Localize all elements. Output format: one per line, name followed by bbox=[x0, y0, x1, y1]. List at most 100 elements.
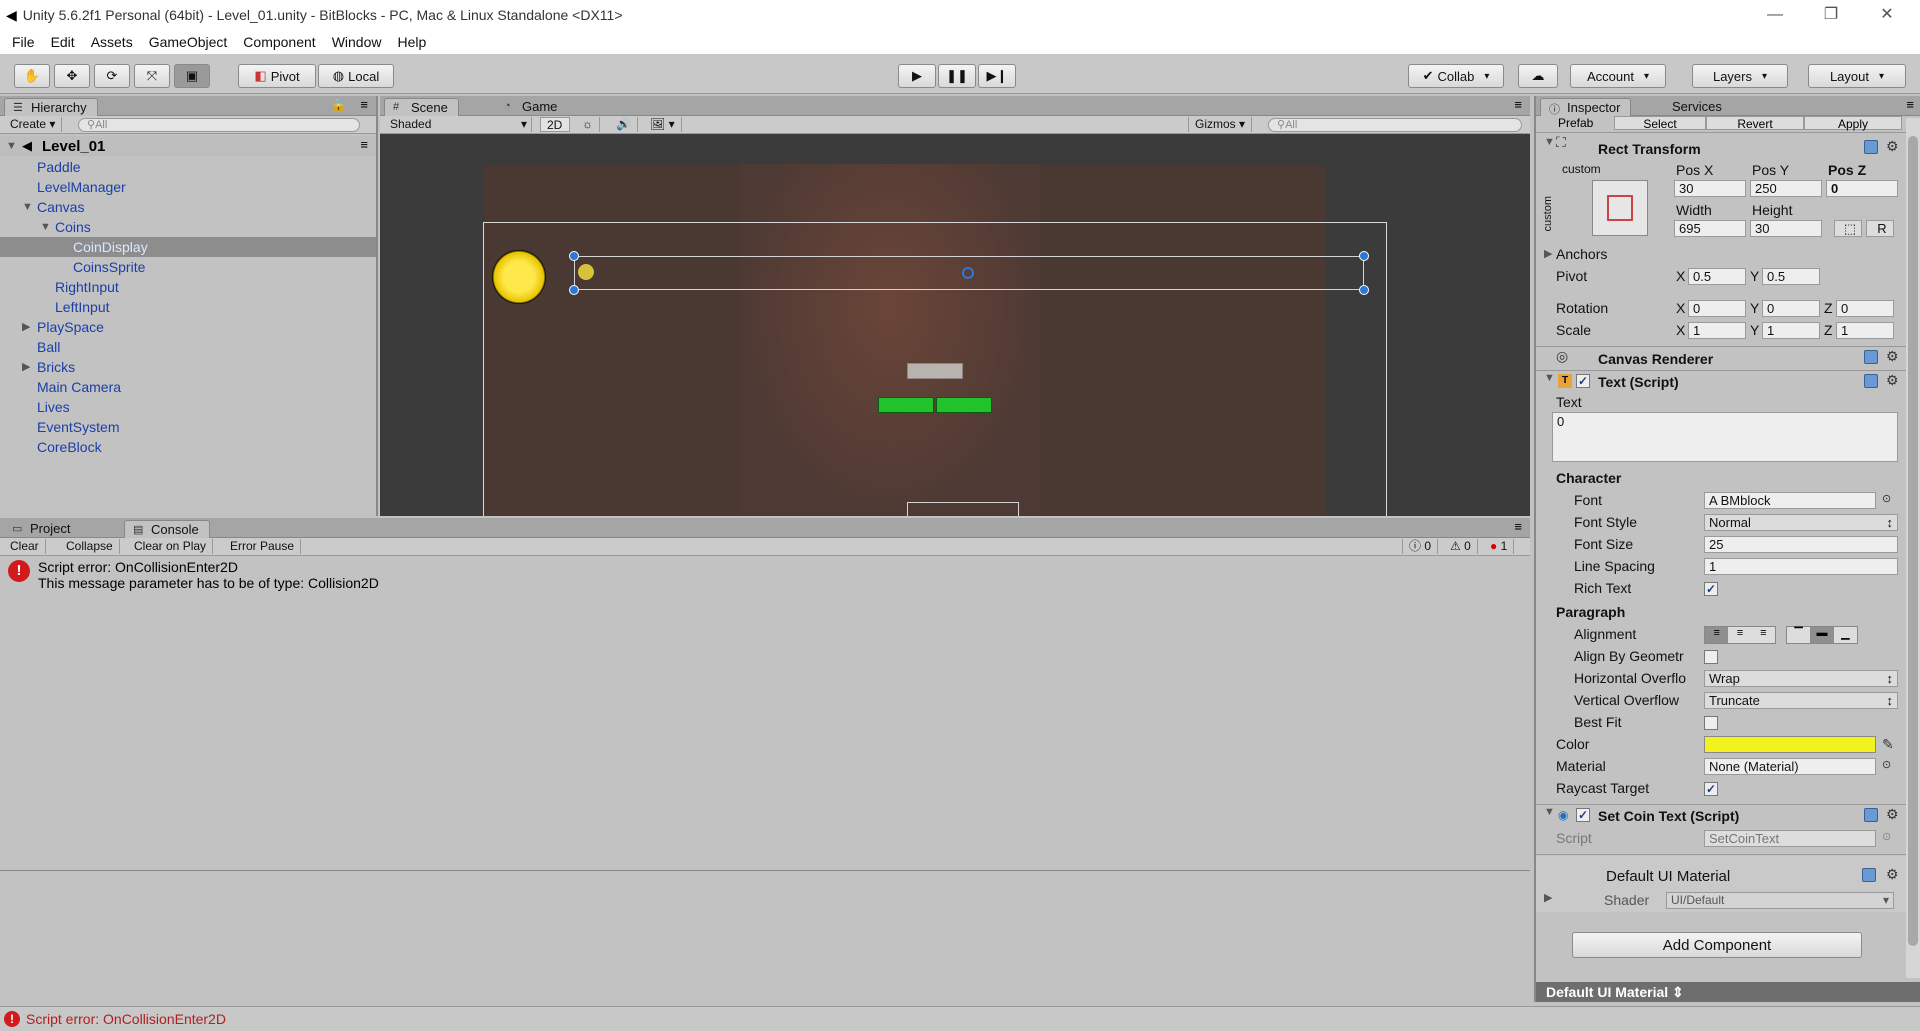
hierarchy-item-playspace[interactable]: PlaySpace bbox=[37, 317, 104, 337]
tab-hierarchy[interactable]: ☰ Hierarchy bbox=[4, 98, 98, 116]
inspector-menu-icon[interactable]: ≡ bbox=[1906, 97, 1914, 112]
posy-field[interactable]: 250 bbox=[1750, 180, 1822, 197]
clear-on-play-button[interactable]: Clear on Play bbox=[128, 539, 214, 554]
step-button[interactable]: ▶❙ bbox=[978, 64, 1016, 88]
setcoin-enabled-checkbox[interactable]: ✓ bbox=[1576, 808, 1590, 822]
menu-edit[interactable]: Edit bbox=[43, 34, 83, 50]
tab-scene[interactable]: # Scene bbox=[384, 98, 459, 116]
color-swatch[interactable] bbox=[1704, 736, 1876, 753]
rot-x-field[interactable]: 0 bbox=[1688, 300, 1746, 317]
h-overflow-dropdown[interactable]: Wrap ↕ bbox=[1704, 670, 1898, 687]
align-middle-icon[interactable]: ▬ bbox=[1810, 627, 1834, 643]
tab-services[interactable]: Services bbox=[1660, 98, 1732, 116]
prefab-apply-button[interactable]: Apply bbox=[1804, 116, 1902, 131]
menu-window[interactable]: Window bbox=[324, 34, 390, 50]
error-pause-button[interactable]: Error Pause bbox=[224, 539, 302, 554]
rotate-tool-button[interactable]: ⟳ bbox=[94, 64, 130, 88]
scene-panel-menu-icon[interactable]: ≡ bbox=[1514, 97, 1522, 112]
pivot-handle[interactable] bbox=[962, 267, 974, 279]
status-bar[interactable]: ! Script error: OnCollisionEnter2D bbox=[0, 1006, 1920, 1031]
hierarchy-item-eventsystem[interactable]: EventSystem bbox=[37, 417, 119, 437]
lock-icon[interactable]: 🔒 bbox=[331, 98, 346, 112]
pivot-button[interactable]: ◧ Pivot bbox=[238, 64, 316, 88]
hierarchy-item-coinssprite[interactable]: CoinsSprite bbox=[73, 257, 145, 277]
text-gear-icon[interactable]: ⚙ bbox=[1886, 372, 1899, 389]
pivot-x-field[interactable]: 0.5 bbox=[1688, 268, 1746, 285]
rect-handle-br[interactable] bbox=[1359, 285, 1369, 295]
rect-foldout-icon[interactable]: ▼ bbox=[1544, 132, 1555, 152]
play-button[interactable]: ▶ bbox=[898, 64, 936, 88]
material-gear-icon[interactable]: ⚙ bbox=[1886, 866, 1899, 883]
mode-2d-toggle[interactable]: 2D bbox=[540, 117, 570, 132]
align-right-icon[interactable]: ≡ bbox=[1751, 627, 1775, 643]
tab-inspector[interactable]: ⓘ Inspector bbox=[1540, 98, 1632, 116]
height-field[interactable]: 30 bbox=[1750, 220, 1822, 237]
anchors-foldout-icon[interactable]: ▶ bbox=[1544, 244, 1552, 264]
rich-text-checkbox[interactable]: ✓ bbox=[1704, 582, 1718, 596]
font-style-dropdown[interactable]: Normal ↕ bbox=[1704, 514, 1898, 531]
align-left-icon[interactable]: ≡ bbox=[1705, 627, 1729, 643]
hierarchy-item-canvas[interactable]: Canvas bbox=[37, 197, 84, 217]
console-log-row[interactable]: ! Script error: OnCollisionEnter2D This … bbox=[0, 558, 1530, 592]
align-center-icon[interactable]: ≡ bbox=[1728, 627, 1752, 643]
collapse-button[interactable]: Collapse bbox=[60, 539, 120, 554]
close-icon[interactable]: ✕ bbox=[1872, 4, 1902, 26]
material-field[interactable]: None (Material) bbox=[1704, 758, 1876, 775]
shader-dropdown[interactable]: UI/Default ▾ bbox=[1666, 892, 1894, 909]
expand-canvas-icon[interactable]: ▼ bbox=[22, 197, 33, 217]
canvas-renderer-gear-icon[interactable]: ⚙ bbox=[1886, 348, 1899, 365]
shader-foldout-icon[interactable]: ▶ bbox=[1544, 888, 1552, 908]
hierarchy-search-input[interactable]: ⚲All bbox=[78, 118, 360, 132]
console-panel-menu-icon[interactable]: ≡ bbox=[1514, 519, 1522, 534]
hierarchy-item-ball[interactable]: Ball bbox=[37, 337, 60, 357]
align-geometry-checkbox[interactable] bbox=[1704, 650, 1718, 664]
collab-button[interactable]: ✔ Collab bbox=[1408, 64, 1504, 88]
hierarchy-item-lives[interactable]: Lives bbox=[37, 397, 70, 417]
create-dropdown[interactable]: Create ▾ bbox=[4, 117, 63, 132]
rect-handle-bl[interactable] bbox=[569, 285, 579, 295]
add-component-button[interactable]: Add Component bbox=[1572, 932, 1862, 958]
shading-dropdown[interactable]: Shaded ▾ bbox=[384, 117, 532, 132]
hierarchy-item-levelmanager[interactable]: LevelManager bbox=[37, 177, 126, 197]
layers-button[interactable]: Layers bbox=[1692, 64, 1788, 88]
scale-z-field[interactable]: 1 bbox=[1836, 322, 1894, 339]
account-button[interactable]: Account bbox=[1570, 64, 1666, 88]
anchor-preset-button[interactable] bbox=[1592, 180, 1648, 236]
eyedropper-icon[interactable]: ✎ bbox=[1882, 736, 1894, 753]
align-bottom-icon[interactable]: ▁ bbox=[1833, 627, 1857, 643]
posz-field[interactable]: 0 bbox=[1826, 180, 1898, 197]
scale-x-field[interactable]: 1 bbox=[1688, 322, 1746, 339]
inspector-scrollbar[interactable] bbox=[1906, 118, 1920, 978]
audio-toggle[interactable]: 🔊 bbox=[610, 117, 638, 132]
scale-tool-button[interactable]: ⤧ bbox=[134, 64, 170, 88]
clear-button[interactable]: Clear bbox=[4, 539, 46, 554]
font-size-field[interactable]: 25 bbox=[1704, 536, 1898, 553]
font-field[interactable]: A BMblock bbox=[1704, 492, 1876, 509]
layout-button[interactable]: Layout bbox=[1808, 64, 1906, 88]
canvas-renderer-help-icon[interactable] bbox=[1864, 350, 1878, 364]
rot-z-field[interactable]: 0 bbox=[1836, 300, 1894, 317]
panel-menu-icon[interactable]: ≡ bbox=[360, 97, 368, 112]
text-foldout-icon[interactable]: ▼ bbox=[1544, 368, 1555, 388]
rect-handle-tl[interactable] bbox=[569, 251, 579, 261]
setcoin-foldout-icon[interactable]: ▼ bbox=[1544, 802, 1555, 822]
help-book-icon[interactable] bbox=[1864, 140, 1878, 154]
tab-console[interactable]: ▤ Console bbox=[124, 520, 210, 538]
error-filter-button[interactable]: ● 1 bbox=[1484, 539, 1515, 554]
maximize-icon[interactable]: ❐ bbox=[1816, 4, 1846, 26]
inspector-scroll-thumb[interactable] bbox=[1908, 136, 1918, 946]
rect-handle-tr[interactable] bbox=[1359, 251, 1369, 261]
expand-bricks-icon[interactable]: ▶ bbox=[22, 357, 30, 377]
scene-menu-icon[interactable]: ≡ bbox=[360, 137, 368, 152]
collapse-triangle-icon[interactable]: ▼ bbox=[6, 136, 17, 156]
prefab-revert-button[interactable]: Revert bbox=[1706, 116, 1804, 131]
hierarchy-item-main-camera[interactable]: Main Camera bbox=[37, 377, 121, 397]
component-gear-icon[interactable]: ⚙ bbox=[1886, 138, 1899, 155]
raycast-checkbox[interactable]: ✓ bbox=[1704, 782, 1718, 796]
hierarchy-item-bricks[interactable]: Bricks bbox=[37, 357, 75, 377]
move-tool-button[interactable]: ✥ bbox=[54, 64, 90, 88]
setcoin-gear-icon[interactable]: ⚙ bbox=[1886, 806, 1899, 823]
cloud-button[interactable]: ☁ bbox=[1518, 64, 1558, 88]
hierarchy-item-paddle[interactable]: Paddle bbox=[37, 157, 81, 177]
setcoin-help-icon[interactable] bbox=[1864, 808, 1878, 822]
